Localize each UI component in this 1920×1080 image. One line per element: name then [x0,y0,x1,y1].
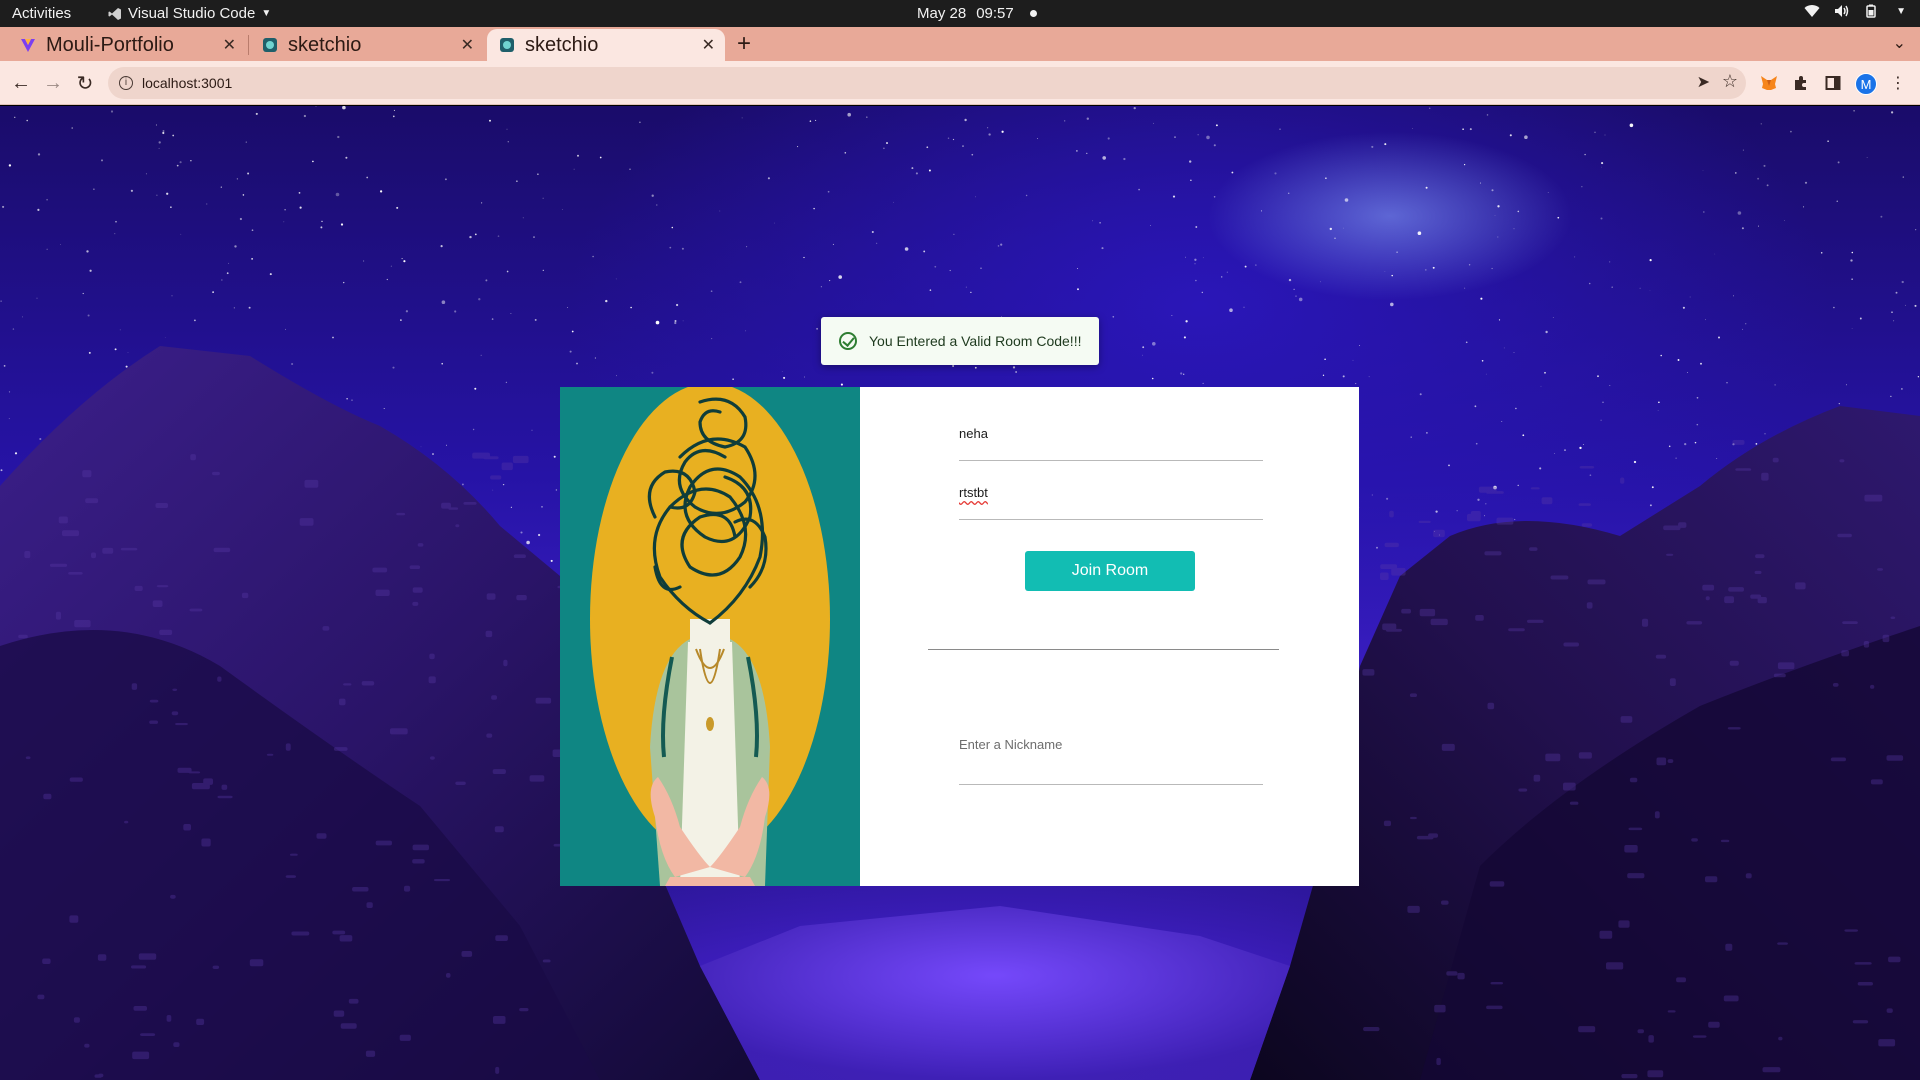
tab-separator [248,35,249,55]
clock-time: 09:57 [976,5,1014,22]
browser-tab-active[interactable]: sketchio ✕ [487,29,725,61]
close-icon[interactable]: ✕ [702,35,715,55]
browser-tab[interactable]: sketchio ✕ [250,29,484,61]
close-icon[interactable]: ✕ [461,35,474,55]
activities-button[interactable]: Activities [12,5,71,22]
browser-tab-strip: Mouli-Portfolio ✕ sketchio ✕ sketchio ✕ … [0,27,1920,61]
forward-arrow-icon[interactable]: → [40,70,66,96]
new-tab-plus-icon[interactable]: + [737,30,751,58]
join-form: neha rtstbt Join Room Enter a Nickname [860,387,1359,886]
side-panel-icon[interactable] [1823,73,1843,93]
app-menu-label: Visual Studio Code [128,5,256,22]
system-tray[interactable]: ▼ [1804,4,1906,18]
success-toast: You Entered a Valid Room Code!!! [821,317,1099,365]
system-top-bar: Activities Visual Studio Code ▼ May 28 0… [0,0,1920,27]
name-input[interactable]: neha [959,426,1263,461]
browser-tab[interactable]: Mouli-Portfolio ✕ [8,29,246,61]
nickname-input[interactable]: Enter a Nickname [959,737,1263,785]
room-code-value: rtstbt [959,485,988,500]
join-room-card: neha rtstbt Join Room Enter a Nickname [560,387,1359,886]
check-circle-icon [839,332,857,350]
tab-title: Mouli-Portfolio [46,33,174,56]
metamask-fox-icon[interactable] [1759,73,1779,93]
site-info-icon[interactable]: i [119,76,133,90]
wifi-icon [1804,5,1820,18]
extensions-puzzle-icon[interactable] [1791,73,1811,93]
close-icon[interactable]: ✕ [223,35,236,55]
bookmark-star-icon[interactable]: ☆ [1722,71,1738,92]
kebab-menu-icon[interactable]: ⋮ [1888,73,1908,93]
tangled-mind-illustration [590,387,830,886]
back-arrow-icon[interactable]: ← [8,70,34,96]
room-code-input[interactable]: rtstbt [959,485,1263,520]
app-menu[interactable]: Visual Studio Code ▼ [108,5,271,22]
browser-toolbar: ← → ↻ i localhost:3001 ➤ ☆ M ⋮ [0,61,1920,105]
volume-icon [1835,5,1849,17]
sketchio-icon [263,38,277,52]
system-menu-chevron-icon: ▼ [1896,5,1906,17]
battery-icon [1866,4,1876,18]
reload-icon[interactable]: ↻ [72,70,98,96]
notification-dot-icon [1029,10,1037,17]
address-bar[interactable]: i localhost:3001 ➤ ☆ [108,67,1746,99]
tab-search-chevron-icon[interactable]: ⌄ [1893,33,1906,53]
tab-title: sketchio [525,33,599,56]
illustration-panel [560,387,860,886]
sketchio-icon [500,38,514,52]
section-divider [928,649,1279,650]
chevron-down-icon: ▼ [261,8,272,19]
vscode-icon [108,7,121,20]
tab-title: sketchio [288,33,362,56]
toast-message: You Entered a Valid Room Code!!! [869,333,1082,349]
clock-date: May 28 [917,5,967,22]
page-viewport: You Entered a Valid Room Code!!! neha rt… [0,106,1920,1080]
profile-avatar[interactable]: M [1855,73,1877,95]
url-text: localhost:3001 [142,75,233,91]
vercel-v-icon [21,39,35,52]
clock[interactable]: May 28 09:57 [917,5,1037,22]
send-tab-icon[interactable]: ➤ [1697,72,1710,92]
join-room-button[interactable]: Join Room [1025,551,1195,591]
